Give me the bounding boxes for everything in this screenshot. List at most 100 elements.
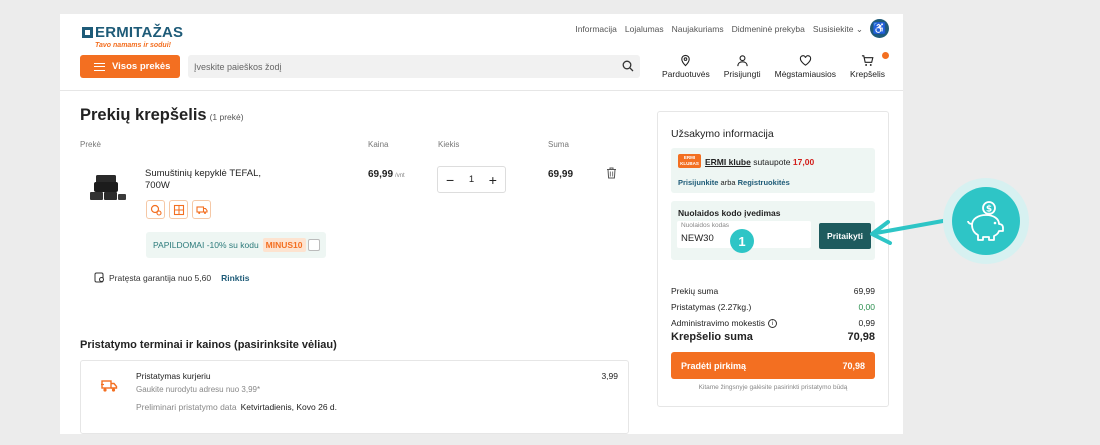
logo-mark-icon <box>82 27 93 38</box>
minus-icon[interactable]: − <box>446 172 454 188</box>
product-name[interactable]: Sumuštinių kepyklė TEFAL, 700W <box>145 168 275 192</box>
item-price: 69,99/vnt <box>368 169 405 180</box>
price-unit: /vnt <box>395 173 405 179</box>
cart-icon <box>861 55 874 66</box>
top-link-loyalty[interactable]: Lojalumas <box>625 24 664 35</box>
ermi-savings-text: ERMI klube sutaupote 17,00 <box>705 157 815 167</box>
grid-store-icon <box>173 204 184 215</box>
truck-badge-icon <box>195 205 208 214</box>
nav-login[interactable]: Prisijungti <box>724 54 761 79</box>
search-icon[interactable] <box>622 60 634 72</box>
ermi-club-link[interactable]: ERMI klube <box>705 157 751 167</box>
checkout-note: Kitame žingsnyje galėsite pasirinkti pri… <box>698 384 848 391</box>
coupon-title: Nuolaidos kodo įvedimas <box>678 208 781 218</box>
page: ERMITAŽAS Tavo namams ir sodui! Informac… <box>60 14 903 434</box>
join-link[interactable]: Prisijunkite <box>678 178 718 187</box>
piggy-bank-icon: $ <box>967 201 1004 241</box>
order-summary-panel: Užsakymo informacija ERMI KLUBAS ERMI klu… <box>657 111 889 407</box>
svg-text:$: $ <box>986 205 992 215</box>
trash-icon[interactable] <box>606 167 617 179</box>
location-badge-icon <box>150 204 162 216</box>
top-link-wholesale[interactable]: Didmeninė prekyba <box>732 24 805 35</box>
promo-banner: PAPILDOMAI -10% su kodu MINUS10 <box>146 232 326 258</box>
brand-tagline: Tavo namams ir sodui! <box>95 42 171 49</box>
location-pin-icon <box>681 54 691 67</box>
cart-badge <box>882 52 889 59</box>
col-qty: Kiekis <box>438 140 460 149</box>
ermi-club-box: ERMI KLUBAS ERMI klube sutaupote 17,00 Pr… <box>671 148 875 193</box>
cart-count: (1 prekė) <box>209 112 244 122</box>
top-link-newcomers[interactable]: Naujakuriams <box>672 24 724 35</box>
header-divider <box>60 90 903 91</box>
nav-cart-label: Krepšelis <box>850 69 885 79</box>
summary-row-admin: Administravimo mokestis i 0,99 <box>671 318 875 329</box>
quantity-value[interactable]: 1 <box>469 174 474 185</box>
truck-icon <box>101 380 118 392</box>
page-title: Prekių krepšelis (1 prekė) <box>80 106 244 124</box>
badge-pickup[interactable] <box>146 200 165 219</box>
delivery-option-sub: Gaukite nurodytu adresu nuo 3,99* <box>136 385 261 394</box>
quantity-stepper: − 1 + <box>437 166 506 193</box>
nav-stores[interactable]: Parduotuvės <box>662 54 710 79</box>
accessibility-icon: ♿ <box>872 23 887 35</box>
warranty-choose-link[interactable]: Rinktis <box>221 273 249 283</box>
summary-title: Užsakymo informacija <box>671 128 774 140</box>
header-nav: Parduotuvės Prisijungti Mėgstamiausios K… <box>662 52 889 79</box>
ermi-savings-amount: 17,00 <box>792 157 815 167</box>
delivery-title: Pristatymo terminai ir kainos (pasirinks… <box>80 339 337 351</box>
user-icon <box>736 55 748 67</box>
badge-store[interactable] <box>169 200 188 219</box>
product-image[interactable] <box>88 170 128 204</box>
coupon-box: Nuolaidos kodo įvedimas Nuolaidos kodas … <box>671 201 875 260</box>
warranty-text: Pratęsta garantija nuo 5,60 <box>109 272 212 283</box>
delivery-date: Preliminari pristatymo data Ketvirtadieni… <box>136 402 338 412</box>
badge-delivery[interactable] <box>192 200 211 219</box>
promo-text: PAPILDOMAI -10% su kodu <box>153 240 259 250</box>
top-links: Informacija Lojalumas Naujakuriams Didme… <box>575 24 863 35</box>
plus-icon[interactable]: + <box>489 172 497 188</box>
nav-login-label: Prisijungti <box>723 69 761 79</box>
promo-code: MINUS10 <box>262 238 306 252</box>
checkout-button[interactable]: Pradėti pirkimą 70,98 <box>671 352 875 379</box>
delivery-price: 3,99 <box>601 371 618 381</box>
brand-name: ERMITAŽAS <box>95 24 184 41</box>
top-link-contact[interactable]: Susisiekite ⌄ <box>813 24 863 35</box>
warranty-icon <box>94 272 104 283</box>
ermi-club-logo: ERMI KLUBAS <box>678 154 701 168</box>
summary-row-delivery: Pristatymas (2.27kg.) 0,00 <box>671 302 875 312</box>
col-price: Kaina <box>368 140 389 149</box>
top-link-info[interactable]: Informacija <box>575 24 617 35</box>
heart-icon <box>799 55 811 66</box>
cart-total: Krepšelio suma 70,98 <box>671 331 875 343</box>
cart-total-value: 70,98 <box>847 331 875 343</box>
summary-row-items: Prekių suma 69,99 <box>671 286 875 296</box>
coupon-value: NEW30 <box>681 233 714 244</box>
all-products-label: Visos prekės <box>112 61 171 72</box>
step-marker: 1 <box>730 229 754 253</box>
all-products-button[interactable]: Visos prekės <box>80 55 180 78</box>
col-sum: Suma <box>548 140 569 149</box>
coupon-label: Nuolaidos kodas <box>681 222 730 229</box>
warranty-row: Pratęsta garantija nuo 5,60 Rinktis <box>94 272 249 283</box>
delivery-date-value: Ketvirtadienis, Kovo 26 d. <box>240 402 338 412</box>
ermi-auth-links: Prisijunkite arba Registruokitės <box>678 178 790 187</box>
register-link[interactable]: Registruokitės <box>738 178 790 187</box>
item-sum: 69,99 <box>548 169 574 180</box>
promo-checkbox[interactable] <box>308 239 320 251</box>
product-badges <box>146 200 211 219</box>
info-icon[interactable]: i <box>768 319 777 329</box>
search-input[interactable]: Įveskite paieškos žodį <box>194 62 282 72</box>
nav-stores-label: Parduotuvės <box>662 69 710 79</box>
search-bar[interactable]: Įveskite paieškos žodį <box>188 55 640 78</box>
nav-cart[interactable]: Krepšelis <box>850 52 889 79</box>
nav-favorites[interactable]: Mėgstamiausios <box>775 54 836 79</box>
apply-coupon-button[interactable]: Pritaikyti <box>819 223 871 249</box>
accessibility-button[interactable]: ♿ <box>870 19 889 38</box>
col-product: Prekė <box>80 140 101 149</box>
menu-icon <box>94 62 105 71</box>
piggy-bank-badge: $ <box>943 178 1029 264</box>
chevron-down-icon: ⌄ <box>855 24 863 34</box>
nav-favorites-label: Mėgstamiausios <box>774 69 837 79</box>
delivery-option-title: Pristatymas kurjeriu <box>136 371 211 381</box>
delivery-card: Pristatymas kurjeriu Gaukite nurodytu ad… <box>80 360 629 434</box>
